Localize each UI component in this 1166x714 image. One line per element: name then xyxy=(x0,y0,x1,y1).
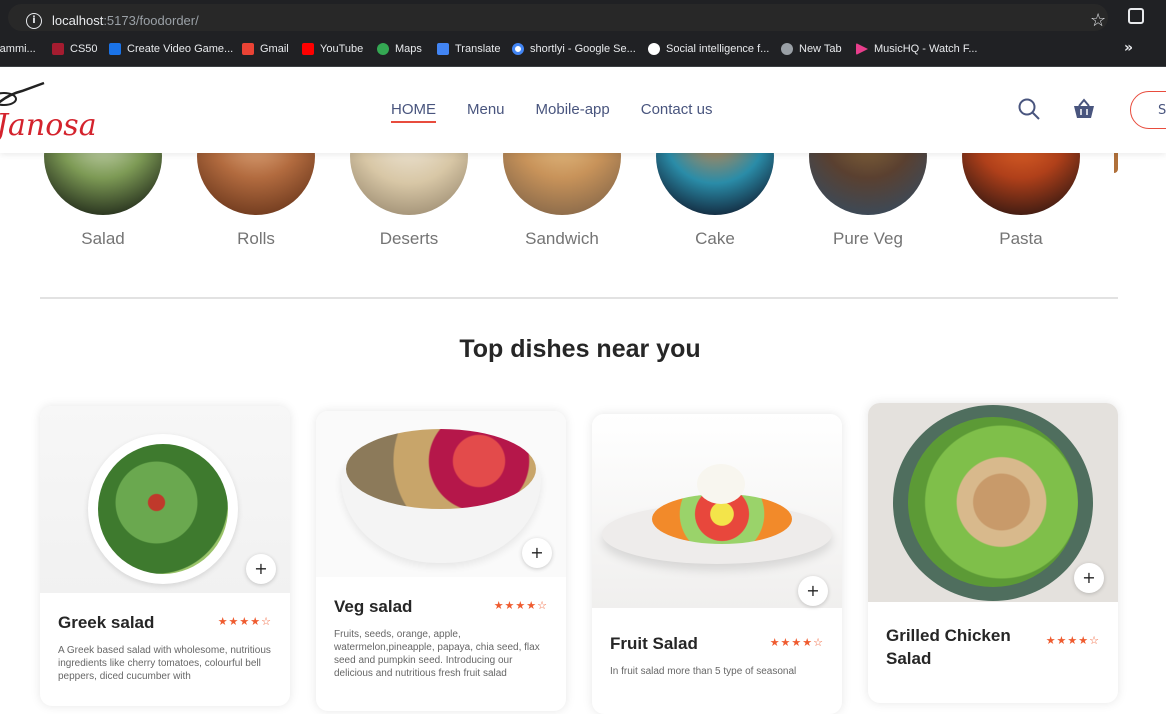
section-divider xyxy=(40,297,1118,299)
dish-name: Fruit Salad xyxy=(610,634,698,653)
bookmark-label: shortlyi - Google Se... xyxy=(530,43,636,55)
google-icon xyxy=(512,43,524,55)
add-to-cart-button[interactable]: + xyxy=(798,576,828,606)
cs50-icon xyxy=(52,43,64,55)
bookmark-label: Create Video Game... xyxy=(127,43,234,55)
bookmarks-more-button[interactable]: » xyxy=(1124,40,1133,56)
category-label: Pure Veg xyxy=(833,229,903,248)
category-next-partial xyxy=(1114,153,1118,173)
url-text[interactable]: localhost:5173/foodorder/ xyxy=(52,13,199,28)
url-path: :5173/foodorder/ xyxy=(103,13,199,28)
extensions-icon[interactable] xyxy=(1128,8,1144,24)
bookmark-item[interactable]: YouTube xyxy=(302,43,363,55)
youtube-icon xyxy=(302,43,314,55)
bookmark-star-icon[interactable]: ☆ xyxy=(1090,10,1106,31)
dish-image: + xyxy=(316,411,566,577)
category-label: Sandwich xyxy=(525,229,599,248)
bookmark-label: YouTube xyxy=(320,43,364,55)
bookmark-label: CS50 xyxy=(70,43,98,55)
site-header: Janosa HOME Menu Mobile-app Contact us S xyxy=(0,67,1166,153)
maps-icon xyxy=(377,43,389,55)
basket-icon[interactable] xyxy=(1072,97,1096,121)
dish-description: In fruit salad more than 5 type of seaso… xyxy=(610,666,797,677)
nav-mobile-app[interactable]: Mobile-app xyxy=(536,101,610,123)
category-salad[interactable]: Salad xyxy=(44,97,162,249)
dish-card[interactable]: + Veg salad ★★★★☆ Fruits, seeds, orange,… xyxy=(316,411,566,711)
add-to-cart-button[interactable]: + xyxy=(522,538,552,568)
site-logo[interactable]: Janosa xyxy=(0,108,97,143)
bookmark-item[interactable]: Gmail xyxy=(242,43,289,55)
dish-name: Greek salad xyxy=(58,613,155,632)
category-label: Rolls xyxy=(237,229,275,248)
bookmark-label: Translate xyxy=(455,43,501,55)
bookmark-label: rammi... xyxy=(0,43,36,55)
address-bar[interactable]: i localhost:5173/foodorder/ ☆ xyxy=(8,4,1108,31)
musichq-icon xyxy=(856,43,868,55)
bookmark-item[interactable]: Create Video Game... xyxy=(109,43,233,55)
dish-card[interactable]: + Greek salad ★★★★☆ A Greek based salad … xyxy=(40,406,290,706)
bookmark-label: Maps xyxy=(395,43,422,55)
bookmark-item[interactable]: CS50 xyxy=(52,43,98,55)
dish-image: + xyxy=(592,414,842,608)
dish-card[interactable]: + Fruit Salad ★★★★☆ In fruit salad more … xyxy=(592,414,842,714)
dish-image: + xyxy=(868,403,1118,602)
rating-stars: ★★★★☆ xyxy=(769,636,824,649)
category-sandwich[interactable]: Sandwich xyxy=(503,97,621,249)
browser-toolbar: i localhost:5173/foodorder/ ☆ xyxy=(0,0,1166,35)
bookmark-label: Gmail xyxy=(260,43,289,55)
rating-stars: ★★★★☆ xyxy=(493,599,548,612)
category-cake[interactable]: Cake xyxy=(656,97,774,249)
category-label: Cake xyxy=(695,229,735,248)
search-icon[interactable] xyxy=(1018,98,1040,120)
category-label: Pasta xyxy=(999,229,1043,248)
bookmark-item[interactable]: rammi... xyxy=(0,43,36,55)
dish-card[interactable]: + Grilled Chicken Salad ★★★★☆ xyxy=(868,403,1118,703)
rating-stars: ★★★★☆ xyxy=(217,615,272,628)
bookmark-item[interactable]: Translate xyxy=(437,43,500,55)
bookmark-item[interactable]: Social intelligence f... xyxy=(648,43,769,55)
bookmark-item[interactable]: MusicHQ - Watch F... xyxy=(856,43,978,55)
category-deserts[interactable]: Deserts xyxy=(350,97,468,249)
bookmark-item[interactable]: Maps xyxy=(377,43,422,55)
bookmark-label: Social intelligence f... xyxy=(666,43,770,55)
logo-pan-icon xyxy=(0,81,45,106)
dish-name: Grilled Chicken Salad xyxy=(886,626,1011,668)
bookmark-item[interactable]: shortlyi - Google Se... xyxy=(512,43,636,55)
nav-home[interactable]: HOME xyxy=(391,101,436,123)
nav-menu[interactable]: Menu xyxy=(467,101,505,123)
nav-contact-us[interactable]: Contact us xyxy=(641,101,713,123)
site-icon xyxy=(648,43,660,55)
page-icon xyxy=(109,43,121,55)
bookmark-label: MusicHQ - Watch F... xyxy=(874,43,978,55)
sign-in-button[interactable]: S xyxy=(1130,91,1166,129)
globe-icon xyxy=(781,43,793,55)
add-to-cart-button[interactable]: + xyxy=(246,554,276,584)
add-to-cart-button[interactable]: + xyxy=(1074,563,1104,593)
bookmarks-bar: rammi... CS50 Create Video Game... Gmail… xyxy=(0,35,1166,67)
gmail-icon xyxy=(242,43,254,55)
dish-description: Fruits, seeds, orange, apple, watermelon… xyxy=(334,629,540,679)
dish-name: Veg salad xyxy=(334,597,413,616)
category-label: Deserts xyxy=(379,229,439,248)
category-pasta[interactable]: Pasta xyxy=(962,97,1080,249)
dish-description: A Greek based salad with wholesome, nutr… xyxy=(58,645,271,682)
url-host: localhost xyxy=(52,13,104,28)
rating-stars: ★★★★☆ xyxy=(1045,634,1100,647)
category-pure-veg[interactable]: Pure Veg xyxy=(809,97,927,249)
section-title: Top dishes near you xyxy=(459,335,701,363)
category-label: Salad xyxy=(81,229,125,248)
dish-image: + xyxy=(40,406,290,593)
translate-icon xyxy=(437,43,449,55)
bookmark-label: New Tab xyxy=(799,43,842,55)
info-icon[interactable]: i xyxy=(26,13,42,29)
bookmark-item[interactable]: New Tab xyxy=(781,43,842,55)
category-rolls[interactable]: Rolls xyxy=(197,97,315,249)
main-nav: HOME Menu Mobile-app Contact us xyxy=(391,101,712,123)
